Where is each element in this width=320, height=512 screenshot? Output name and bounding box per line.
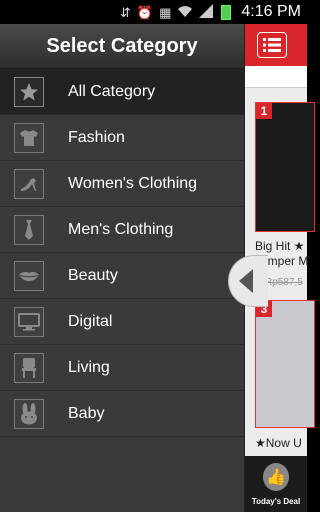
- category-drawer: Select Category All Category Fashion Wom…: [0, 24, 245, 512]
- category-label: Living: [68, 358, 110, 376]
- category-item-baby[interactable]: Baby: [0, 391, 244, 437]
- category-label: Women's Clothing: [68, 174, 198, 192]
- category-item-mens-clothing[interactable]: Men's Clothing: [0, 207, 244, 253]
- necktie-icon: [14, 214, 44, 245]
- product-card[interactable]: 3: [255, 300, 315, 428]
- drawer-title: Select Category: [0, 24, 244, 69]
- category-label: Digital: [68, 312, 113, 330]
- battery-icon: [221, 4, 232, 20]
- status-bar: ⇵ ⏰ ▦ 4:16 PM: [0, 0, 307, 24]
- chair-icon: [14, 352, 44, 383]
- category-item-womens-clothing[interactable]: Women's Clothing: [0, 161, 244, 207]
- category-label: Baby: [68, 404, 105, 422]
- category-label: Beauty: [68, 266, 118, 284]
- sub-header-strip: [245, 66, 307, 88]
- lips-icon: [14, 260, 44, 291]
- product-title[interactable]: Big Hit ★: [255, 239, 304, 254]
- category-label: All Category: [68, 82, 156, 100]
- chevron-left-icon: [239, 269, 253, 293]
- tshirt-icon: [14, 122, 44, 153]
- thumbs-up-icon: 👍: [263, 463, 289, 491]
- tab-todays-deal[interactable]: 👍 Today's Deal: [245, 456, 307, 512]
- category-item-all[interactable]: All Category: [0, 69, 244, 115]
- alarm-icon: ⏰: [136, 4, 154, 20]
- product-title[interactable]: ★Now U: [255, 436, 302, 451]
- rank-badge: 1: [256, 103, 272, 119]
- menu-icon: [263, 38, 281, 52]
- usb-icon: ⇵: [120, 4, 131, 20]
- product-card[interactable]: 1: [255, 102, 315, 232]
- wifi-icon: [177, 5, 193, 20]
- monitor-icon: [14, 306, 44, 337]
- category-label: Men's Clothing: [68, 220, 174, 238]
- product-image: [256, 301, 314, 427]
- status-time: 4:16 PM: [241, 3, 301, 20]
- star-icon: [14, 76, 44, 107]
- category-item-living[interactable]: Living: [0, 345, 244, 391]
- bunny-icon: [14, 398, 44, 429]
- category-list: All Category Fashion Women's Clothing Me…: [0, 69, 244, 437]
- category-item-fashion[interactable]: Fashion: [0, 115, 244, 161]
- high-heel-icon: [14, 168, 44, 199]
- category-item-digital[interactable]: Digital: [0, 299, 244, 345]
- signal-icon: [199, 4, 214, 20]
- category-label: Fashion: [68, 128, 125, 146]
- category-item-beauty[interactable]: Beauty: [0, 253, 244, 299]
- product-image: [256, 103, 314, 231]
- product-price: Rp587,5: [265, 277, 303, 288]
- menu-button[interactable]: [257, 32, 287, 58]
- calendar-icon: ▦: [159, 4, 172, 20]
- tab-label: Today's Deal: [251, 497, 301, 506]
- top-app-bar: [245, 24, 307, 66]
